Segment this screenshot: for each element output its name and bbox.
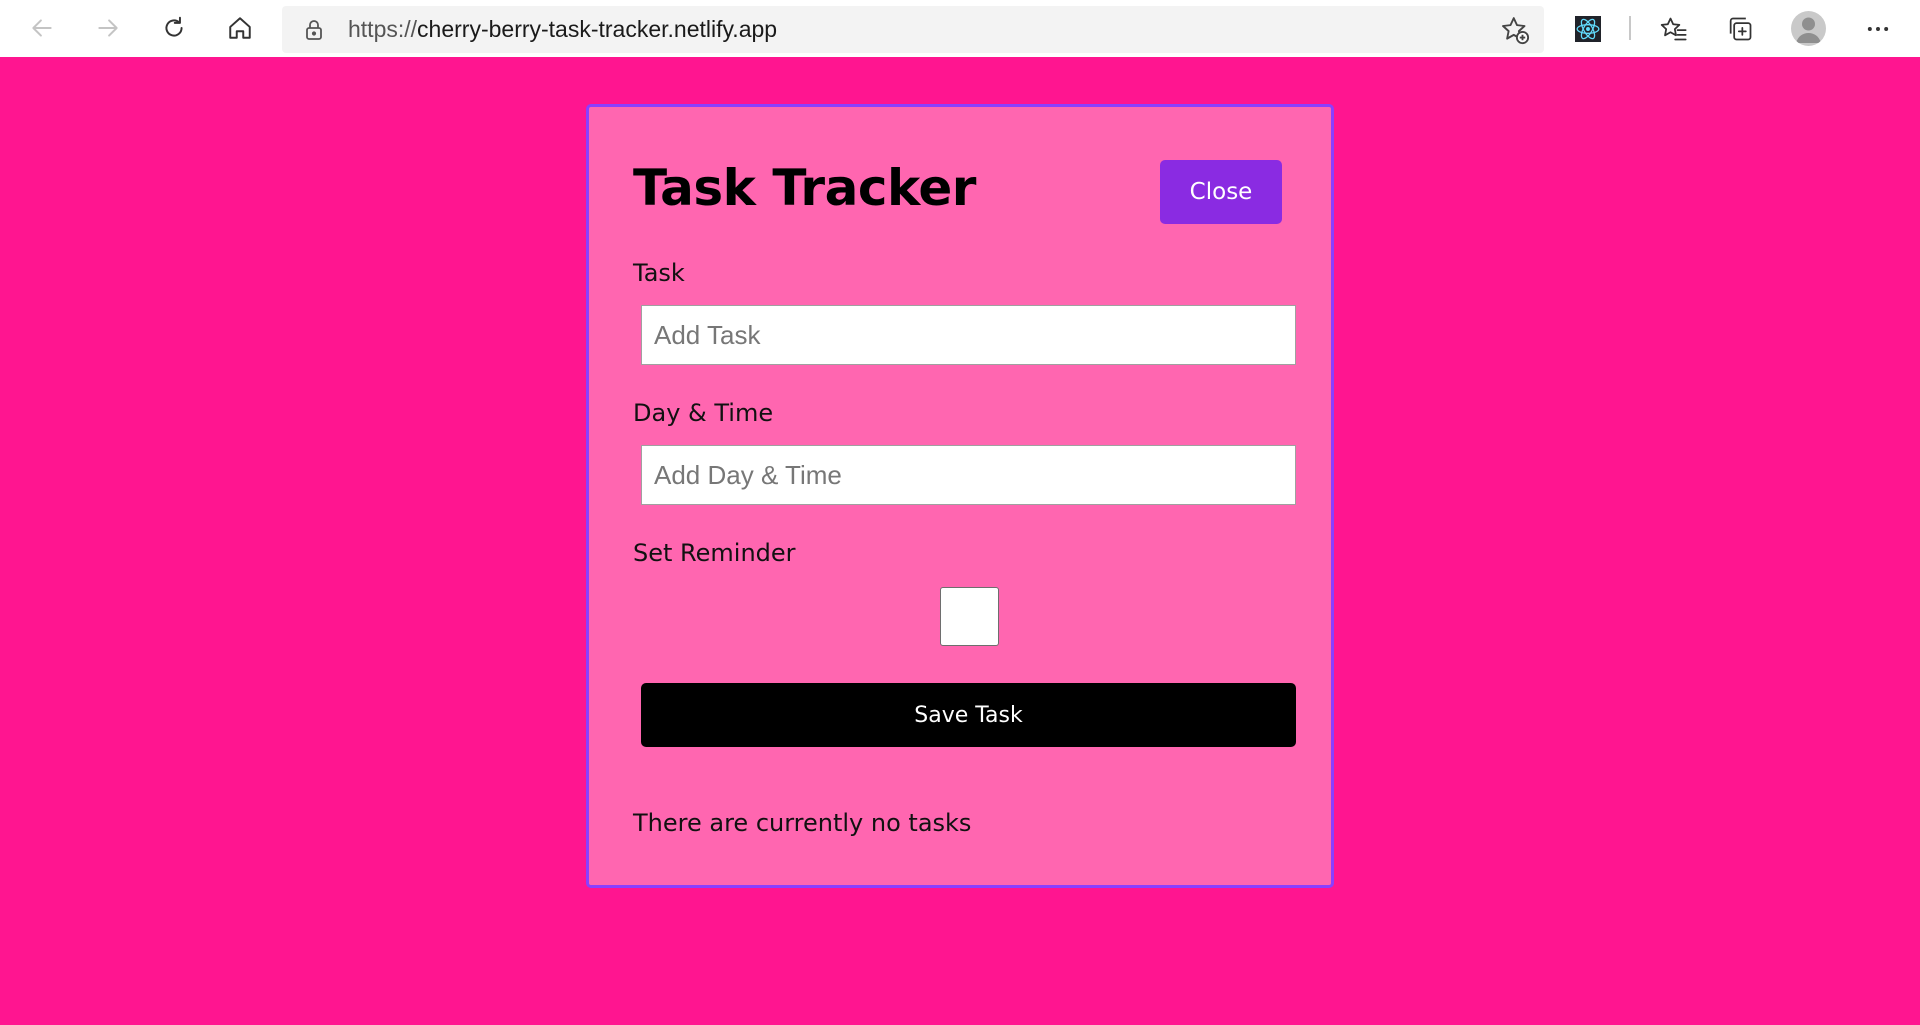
- url-scheme: https://: [348, 16, 418, 42]
- task-label: Task: [633, 259, 685, 287]
- task-input[interactable]: [641, 305, 1296, 365]
- forward-button[interactable]: [88, 8, 128, 48]
- reminder-checkbox[interactable]: [940, 587, 999, 646]
- home-button[interactable]: [220, 8, 260, 48]
- empty-tasks-message: There are currently no tasks: [633, 809, 972, 837]
- task-tracker-container: Task Tracker Close Task Day & Time Set R…: [586, 104, 1334, 888]
- more-icon: [1867, 27, 1889, 31]
- url-text[interactable]: https://cherry-berry-task-tracker.netlif…: [348, 6, 777, 53]
- favorites-icon: [1660, 17, 1687, 41]
- refresh-button[interactable]: [154, 8, 194, 48]
- day-time-label: Day & Time: [633, 399, 774, 427]
- toolbar-divider: [1629, 16, 1631, 40]
- react-devtools-extension[interactable]: [1568, 9, 1608, 49]
- reminder-label: Set Reminder: [633, 539, 796, 567]
- address-bar[interactable]: https://cherry-berry-task-tracker.netlif…: [282, 6, 1544, 53]
- day-time-input[interactable]: [641, 445, 1296, 505]
- collections-button[interactable]: [1720, 9, 1760, 49]
- home-icon: [229, 17, 251, 39]
- close-button[interactable]: Close: [1160, 160, 1282, 224]
- browser-toolbar: https://cherry-berry-task-tracker.netlif…: [0, 0, 1920, 57]
- save-task-button[interactable]: Save Task: [641, 683, 1296, 747]
- refresh-icon: [165, 16, 183, 37]
- collections-icon: [1729, 17, 1752, 41]
- app-title: Task Tracker: [633, 159, 976, 217]
- arrow-right-icon: [98, 19, 118, 37]
- react-devtools-icon: [1575, 16, 1601, 42]
- profile-icon[interactable]: [1791, 11, 1826, 46]
- arrow-left-icon: [32, 19, 52, 37]
- star-plus-icon[interactable]: [1500, 15, 1530, 45]
- favorites-button[interactable]: [1654, 9, 1694, 49]
- menu-button[interactable]: [1858, 9, 1898, 49]
- back-button[interactable]: [22, 8, 62, 48]
- url-host: cherry-berry-task-tracker.netlify.app: [417, 16, 778, 42]
- lock-icon[interactable]: [302, 18, 326, 42]
